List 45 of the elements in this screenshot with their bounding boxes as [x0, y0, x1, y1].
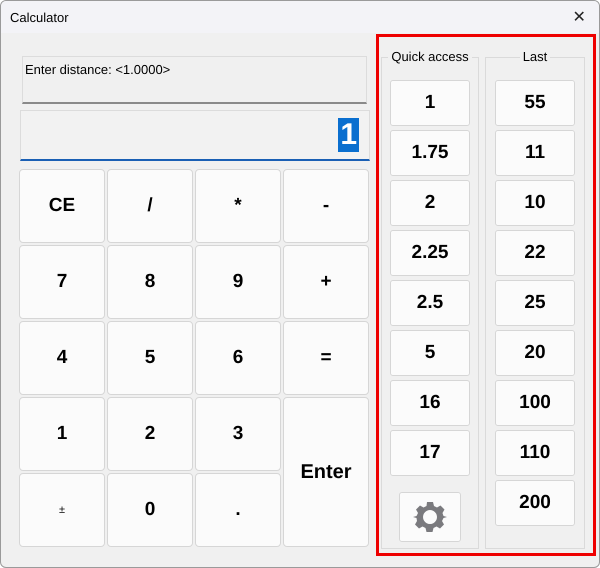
keypad-key[interactable]: /: [107, 169, 193, 243]
last-value-button[interactable]: 25: [495, 280, 575, 326]
keypad-key[interactable]: 2: [107, 397, 193, 471]
quick-value-button[interactable]: 5: [390, 330, 470, 376]
display-field[interactable]: 1: [20, 110, 370, 161]
keypad-key[interactable]: 7: [19, 245, 105, 319]
window-title: Calculator: [10, 10, 69, 24]
last-value-button[interactable]: 110: [495, 430, 575, 476]
last-value-button[interactable]: 20: [495, 330, 575, 376]
group-title: Last: [520, 49, 550, 64]
last-value-button[interactable]: 55: [495, 80, 575, 126]
quick-value-button[interactable]: 2.25: [390, 230, 470, 276]
prompt-text: Enter distance: <1.0000>: [22, 56, 367, 104]
last-value-button[interactable]: 200: [495, 480, 575, 526]
keypad-key[interactable]: 3: [195, 397, 281, 471]
keypad-key[interactable]: +: [283, 245, 369, 319]
keypad-key[interactable]: 0: [107, 473, 193, 547]
quick-value-button[interactable]: 1: [390, 80, 470, 126]
keypad-key[interactable]: 6: [195, 321, 281, 395]
last-value-button[interactable]: 10: [495, 180, 575, 226]
keypad-key[interactable]: .: [195, 473, 281, 547]
keypad-key[interactable]: =: [283, 321, 369, 395]
close-button[interactable]: ✕: [559, 1, 599, 33]
last-value-button[interactable]: 100: [495, 380, 575, 426]
quick-value-button[interactable]: 2: [390, 180, 470, 226]
keypad-key[interactable]: 8: [107, 245, 193, 319]
quick-value-button[interactable]: 17: [390, 430, 470, 476]
group-title: Quick access: [388, 49, 472, 64]
keypad-key[interactable]: *: [195, 169, 281, 243]
quick-value-button[interactable]: 2.5: [390, 280, 470, 326]
keypad-key[interactable]: ±: [19, 473, 105, 547]
last-value-button[interactable]: 11: [495, 130, 575, 176]
keypad-key[interactable]: -: [283, 169, 369, 243]
keypad-key[interactable]: 5: [107, 321, 193, 395]
quick-value-button[interactable]: 1.75: [390, 130, 470, 176]
display-value: 1: [338, 118, 359, 152]
keypad-key[interactable]: 9: [195, 245, 281, 319]
settings-icon: [413, 500, 447, 534]
last-value-button[interactable]: 22: [495, 230, 575, 276]
keypad-key[interactable]: 1: [19, 397, 105, 471]
keypad-key[interactable]: 4: [19, 321, 105, 395]
keypad-key[interactable]: Enter: [283, 397, 369, 547]
settings-button[interactable]: [399, 492, 461, 542]
keypad-key[interactable]: CE: [19, 169, 105, 243]
quick-value-button[interactable]: 16: [390, 380, 470, 426]
